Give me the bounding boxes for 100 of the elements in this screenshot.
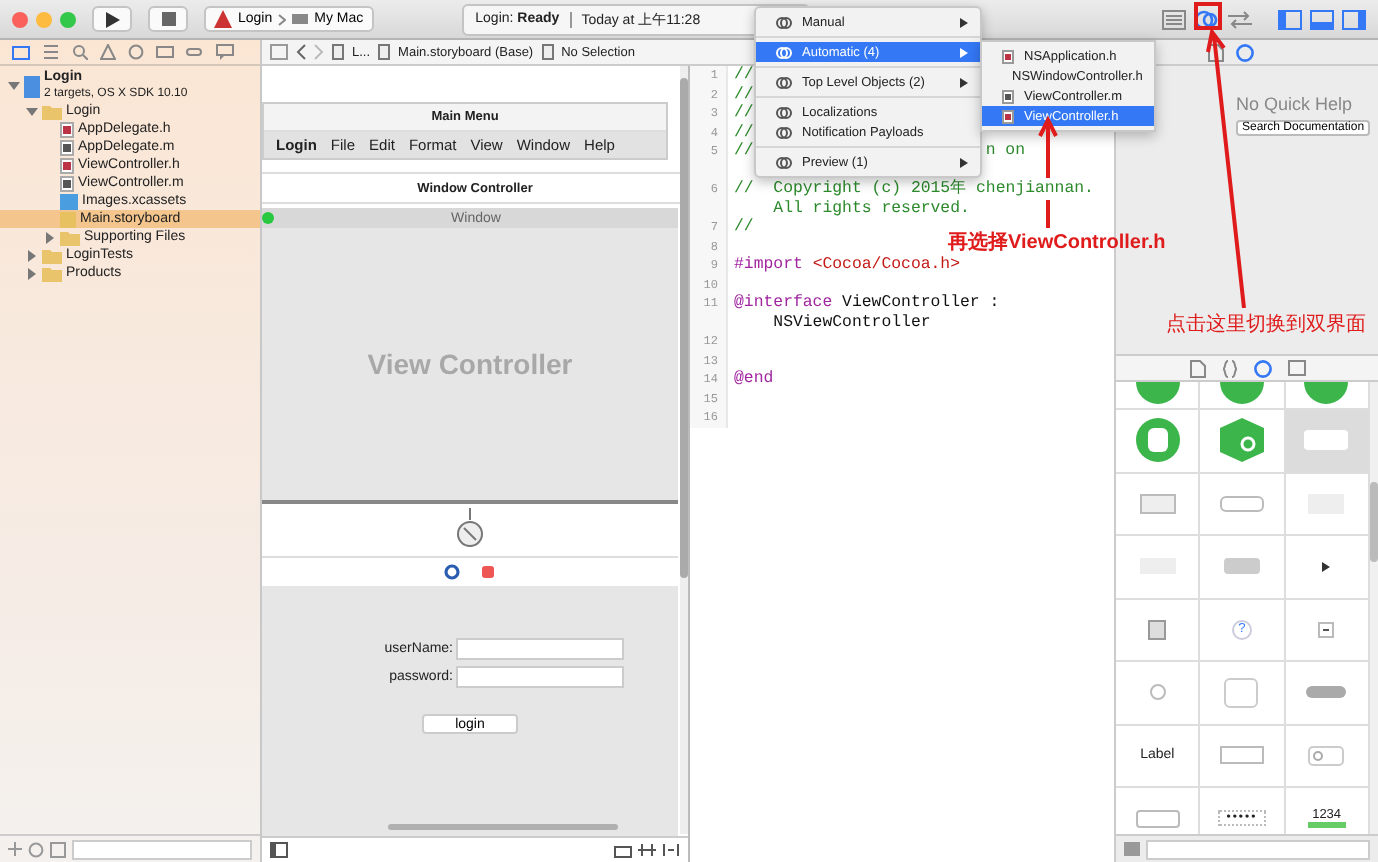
library-item[interactable] — [1200, 382, 1286, 410]
minimize-button[interactable] — [36, 11, 52, 27]
object-library-icon[interactable] — [1253, 359, 1271, 377]
folder-icon[interactable] — [12, 44, 30, 60]
code-line: // — [732, 66, 754, 85]
scrollbar-thumb[interactable] — [388, 824, 618, 830]
code-line: // — [732, 142, 754, 164]
library-item[interactable] — [1116, 536, 1201, 599]
app-icon — [214, 10, 232, 28]
disclosure-icon[interactable] — [26, 105, 38, 117]
align-icon[interactable] — [638, 842, 656, 858]
stop-button[interactable] — [148, 6, 188, 32]
file-icon[interactable] — [1208, 43, 1224, 61]
code-line: #import <Cocoa/Cocoa.h> — [732, 256, 961, 275]
library-item[interactable] — [1285, 725, 1370, 788]
project-icon — [24, 75, 40, 97]
add-icon[interactable] — [8, 842, 22, 856]
submenu-arrow-icon — [960, 77, 968, 87]
library-item[interactable] — [1285, 473, 1370, 536]
code-line: All rights reserved. — [771, 199, 970, 218]
back-icon[interactable] — [296, 44, 306, 60]
help-icon[interactable] — [1236, 43, 1254, 61]
file-icon[interactable] — [1189, 359, 1205, 377]
code-line: // — [732, 123, 754, 142]
navigator-toggle-icon[interactable] — [1278, 9, 1302, 29]
annotation-text: 点击这里切换到双界面 — [1166, 311, 1366, 338]
input-field[interactable] — [455, 638, 623, 660]
debug-area-toggle-icon[interactable] — [1310, 9, 1334, 29]
resolve-icon[interactable] — [662, 842, 680, 858]
library-item[interactable] — [1200, 536, 1286, 599]
library-item[interactable] — [1116, 662, 1201, 725]
assistant-editor-icon[interactable] — [1194, 7, 1218, 31]
warning-icon[interactable] — [100, 44, 116, 60]
highlight-box — [1194, 2, 1222, 30]
hierarchy-icon[interactable] — [42, 44, 60, 60]
run-button[interactable] — [92, 6, 132, 32]
square-button-icon — [1139, 493, 1176, 514]
quick-help-title: No Quick Help — [1236, 94, 1353, 114]
filter-field[interactable] — [1146, 839, 1370, 859]
filter-field[interactable] — [72, 839, 252, 859]
rounded-button-icon — [1219, 495, 1264, 512]
zoom-button[interactable] — [60, 11, 76, 27]
library-item[interactable] — [1200, 725, 1286, 788]
window-dot-icon — [262, 212, 274, 224]
standard-editor-icon[interactable] — [1162, 9, 1186, 29]
search-field-icon — [1308, 745, 1345, 766]
disclosure-icon[interactable] — [26, 249, 38, 261]
text-field-icon — [1135, 809, 1180, 828]
annotation-text: 再选择ViewController.h — [948, 229, 1166, 256]
library-item[interactable] — [1200, 473, 1286, 536]
disclosure-icon[interactable] — [8, 80, 20, 92]
file-icon — [1002, 49, 1014, 63]
code-line: NSViewController — [771, 313, 931, 332]
database-icon — [1135, 418, 1180, 463]
stop-icon — [161, 12, 175, 26]
box-icon — [1148, 619, 1167, 640]
code-line: // Copyright (c) 2015年 chenjiannan. — [732, 180, 1094, 199]
search-icon[interactable] — [72, 44, 88, 60]
input-field[interactable] — [455, 666, 623, 688]
disclosure-icon[interactable] — [26, 267, 38, 279]
library-item[interactable] — [1200, 410, 1286, 473]
triangle-icon — [1322, 561, 1331, 572]
folder-icon — [42, 103, 62, 119]
chevron-icon — [278, 13, 287, 25]
outline-toggle-icon[interactable] — [270, 842, 288, 858]
scrollbar-thumb[interactable] — [680, 78, 688, 578]
library-item[interactable] — [1285, 410, 1370, 473]
library-item[interactable] — [1200, 662, 1286, 725]
braces-icon[interactable] — [1221, 359, 1237, 377]
library-item[interactable] — [1116, 382, 1201, 410]
library-item[interactable] — [1285, 662, 1370, 725]
object-icon — [1304, 382, 1349, 406]
ring-icon — [444, 564, 460, 580]
gradient-button-icon — [1223, 558, 1260, 575]
gauge-icon — [454, 508, 486, 552]
code-line: n on — [985, 142, 1025, 164]
close-button[interactable] — [12, 11, 28, 27]
submenu-arrow-icon — [960, 157, 968, 167]
push-button-icon — [1304, 430, 1349, 451]
submenu-arrow-icon — [960, 47, 968, 57]
object-icon — [1219, 382, 1264, 406]
play-icon — [104, 11, 120, 27]
library-item[interactable] — [1116, 599, 1201, 662]
version-editor-icon[interactable] — [1226, 9, 1254, 29]
code-line: @interface ViewController : — [732, 294, 1000, 313]
popup-button-icon — [1318, 621, 1335, 638]
scene-title: View Controller — [367, 348, 573, 380]
pill-button-icon — [1306, 686, 1347, 699]
code-line: // — [732, 85, 754, 104]
scrollbar-thumb[interactable] — [1370, 482, 1378, 562]
tag-icon[interactable] — [186, 44, 204, 60]
code-line: // — [732, 104, 754, 123]
speech-bubble-icon[interactable] — [216, 44, 234, 60]
utilities-toggle-icon[interactable] — [1342, 9, 1366, 29]
radio-button-icon — [1149, 684, 1166, 701]
code-line: // — [732, 218, 754, 237]
library-item[interactable] — [1116, 473, 1201, 536]
object-icon — [1135, 382, 1180, 406]
library-item[interactable] — [1116, 410, 1201, 473]
submenu-arrow-icon — [960, 17, 968, 27]
